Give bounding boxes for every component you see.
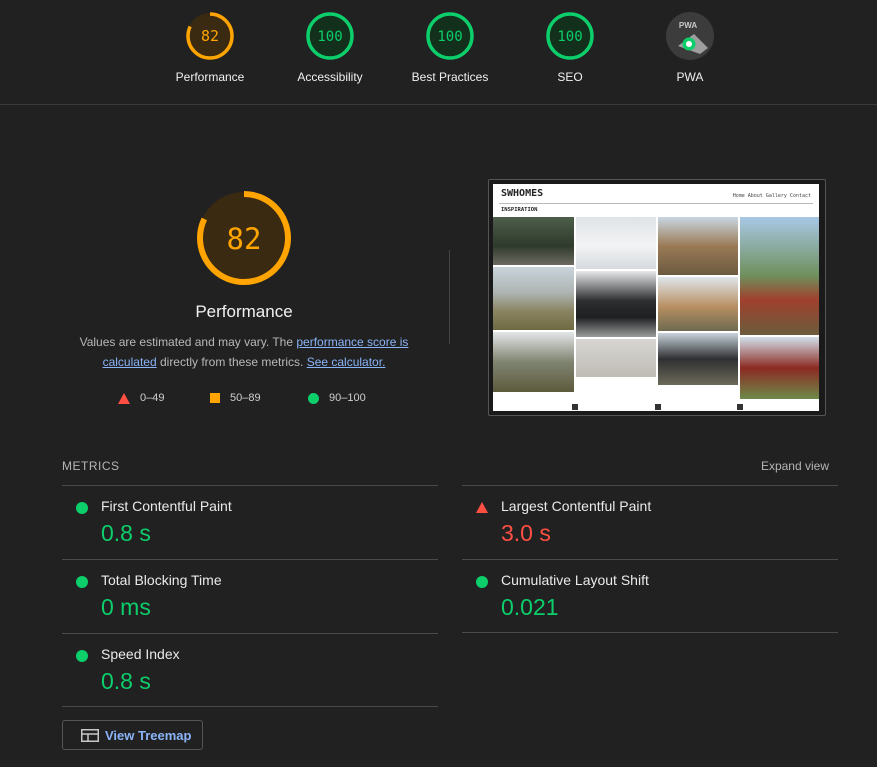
pass-circle-icon xyxy=(308,392,319,404)
metrics-heading: METRICS xyxy=(62,459,120,473)
divider xyxy=(62,706,438,707)
view-treemap-label: View Treemap xyxy=(105,727,192,743)
performance-score: 82 xyxy=(227,222,262,256)
category-performance[interactable]: 82 Performance xyxy=(155,10,265,84)
category-label: Performance xyxy=(175,70,245,84)
photo-2 xyxy=(493,267,574,330)
metric-speed-index: Speed Index 0.8 s xyxy=(62,633,438,707)
expand-view-toggle[interactable]: Expand view xyxy=(761,459,829,473)
divider xyxy=(449,250,450,344)
pass-circle-icon xyxy=(76,576,88,588)
photo-1 xyxy=(493,217,574,265)
legend-fail-label: 0–49 xyxy=(140,392,165,404)
performance-title: Performance xyxy=(195,302,293,321)
performance-gauge-small: 82 xyxy=(186,12,234,60)
score-legend: 0–49 50–89 90–100 xyxy=(118,392,418,408)
metric-value: 3.0 s xyxy=(501,520,551,546)
category-accessibility[interactable]: 100 Accessibility xyxy=(275,10,385,84)
average-square-icon xyxy=(210,393,220,403)
category-seo[interactable]: 100 SEO xyxy=(515,10,625,84)
see-calculator-link[interactable]: See calculator. xyxy=(307,355,386,369)
photo-5 xyxy=(576,271,656,337)
category-bar: 82 Performance 100 Accessibility 100 Bes… xyxy=(0,0,877,105)
fail-triangle-icon xyxy=(118,392,130,404)
metric-name: First Contentful Paint xyxy=(101,498,232,514)
metric-total-blocking-time: Total Blocking Time 0 ms xyxy=(62,559,438,633)
pass-circle-icon xyxy=(476,576,488,588)
description-text: Values are estimated and may vary. The xyxy=(79,335,297,349)
legend-fail: 0–49 xyxy=(118,392,164,404)
metric-largest-contentful-paint: Largest Contentful Paint 3.0 s xyxy=(462,485,838,559)
metric-name: Total Blocking Time xyxy=(101,572,222,588)
pwa-badge-icon: PWA xyxy=(666,12,714,60)
photo-7 xyxy=(658,217,738,275)
seo-score-small: 100 xyxy=(557,29,582,45)
metric-name: Cumulative Layout Shift xyxy=(501,572,649,588)
divider xyxy=(462,632,838,633)
photo-9 xyxy=(658,333,738,385)
metric-value: 0.021 xyxy=(501,594,559,620)
facebook-icon xyxy=(572,404,578,410)
screenshot-nav: Home About Gallery Contact xyxy=(732,193,811,199)
metric-name: Speed Index xyxy=(101,646,180,662)
pwa-badge-text: PWA xyxy=(679,21,697,30)
photo-3 xyxy=(493,332,574,392)
category-label: Accessibility xyxy=(297,70,363,84)
category-pwa[interactable]: PWA PWA xyxy=(635,10,745,84)
legend-average: 50–89 xyxy=(210,392,261,404)
accessibility-gauge-small: 100 xyxy=(306,12,354,60)
screenshot-page: SWHOMES Home About Gallery Contact INSPI… xyxy=(493,184,819,411)
pass-circle-icon xyxy=(76,650,88,662)
category-label: Best Practices xyxy=(411,70,489,84)
performance-description: Values are estimated and may vary. The p… xyxy=(66,332,422,372)
accessibility-score-small: 100 xyxy=(317,29,342,45)
best-practices-gauge-small: 100 xyxy=(426,12,474,60)
legend-average-label: 50–89 xyxy=(230,392,261,404)
instagram-icon xyxy=(737,404,743,410)
category-label: SEO xyxy=(557,70,583,84)
description-text: directly from these metrics. xyxy=(156,355,307,369)
seo-gauge-small: 100 xyxy=(546,12,594,60)
treemap-icon xyxy=(81,728,99,742)
legend-pass-label: 90–100 xyxy=(329,392,366,404)
photo-8 xyxy=(658,277,738,331)
photo-10 xyxy=(740,217,819,335)
photo-4 xyxy=(576,217,656,269)
metric-value: 0.8 s xyxy=(101,668,151,694)
metric-name: Largest Contentful Paint xyxy=(501,498,652,514)
photo-6 xyxy=(576,339,656,377)
pass-circle-icon xyxy=(76,502,88,514)
best-practices-score-small: 100 xyxy=(437,29,462,45)
metric-first-contentful-paint: First Contentful Paint 0.8 s xyxy=(62,485,438,559)
metric-cumulative-layout-shift: Cumulative Layout Shift 0.021 xyxy=(462,559,838,633)
category-label: PWA xyxy=(676,70,704,84)
metric-value: 0 ms xyxy=(101,594,151,620)
view-treemap-button[interactable]: View Treemap xyxy=(62,720,203,750)
screenshot-brand: SWHOMES xyxy=(501,188,544,199)
photo-11 xyxy=(740,337,819,399)
fail-triangle-icon xyxy=(476,502,488,513)
legend-pass: 90–100 xyxy=(308,392,366,404)
metric-value: 0.8 s xyxy=(101,520,151,546)
performance-gauge: 82 xyxy=(197,191,291,285)
screenshot-section: INSPIRATION xyxy=(501,207,538,213)
performance-score-small: 82 xyxy=(201,27,219,45)
category-best-practices[interactable]: 100 Best Practices xyxy=(395,10,505,84)
x-icon xyxy=(655,404,661,410)
final-screenshot[interactable]: SWHOMES Home About Gallery Contact INSPI… xyxy=(488,179,826,416)
screenshot-rule xyxy=(499,203,813,204)
